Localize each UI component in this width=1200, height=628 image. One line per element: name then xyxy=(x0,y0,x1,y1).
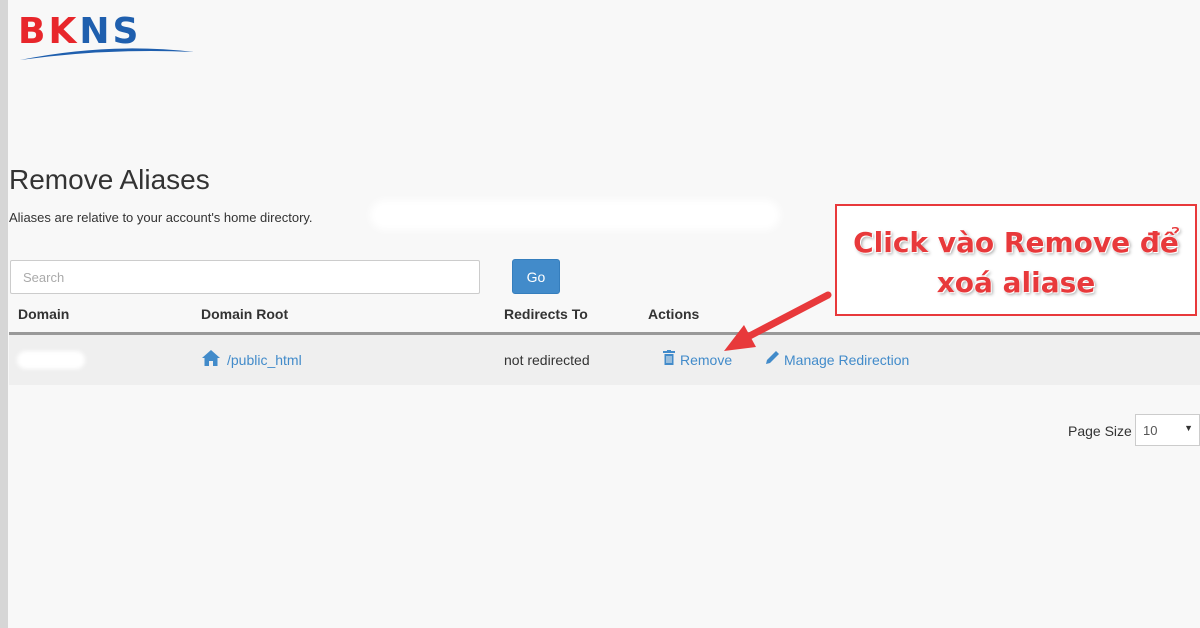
column-header-domain[interactable]: Domain xyxy=(18,306,69,322)
domain-root-link[interactable]: /public_html xyxy=(227,352,302,368)
annotation-callout: Click vào Remove để xoá aliase xyxy=(835,204,1197,316)
annotation-arrow-icon xyxy=(724,291,832,351)
bkns-logo: BKNS xyxy=(18,10,198,66)
redacted-area xyxy=(370,200,780,230)
go-button[interactable]: Go xyxy=(512,259,560,294)
window-edge xyxy=(0,0,8,628)
annotation-line-1: Click vào Remove để xyxy=(853,226,1179,259)
home-icon[interactable] xyxy=(201,349,221,367)
domain-cell-redacted xyxy=(17,351,85,369)
column-header-actions: Actions xyxy=(648,306,700,322)
page-size-value: 10 xyxy=(1143,423,1158,438)
table-row: /public_html not redirected Remove Manag… xyxy=(9,335,1200,385)
trash-icon[interactable] xyxy=(663,350,675,365)
page-description: Aliases are relative to your account's h… xyxy=(9,210,313,225)
column-header-domain-root[interactable]: Domain Root xyxy=(201,306,288,322)
page-size-label: Page Size xyxy=(1068,423,1132,439)
page-size-select[interactable]: 10 ▼ xyxy=(1135,414,1200,446)
column-header-redirects-to[interactable]: Redirects To xyxy=(504,306,588,322)
dropdown-arrow-icon: ▼ xyxy=(1184,423,1193,433)
annotation-line-2: xoá aliase xyxy=(936,266,1096,299)
search-input[interactable] xyxy=(10,260,480,294)
page-title: Remove Aliases xyxy=(9,164,210,195)
redirects-to-value: not redirected xyxy=(504,352,590,368)
logo-swoosh-icon xyxy=(20,48,194,60)
